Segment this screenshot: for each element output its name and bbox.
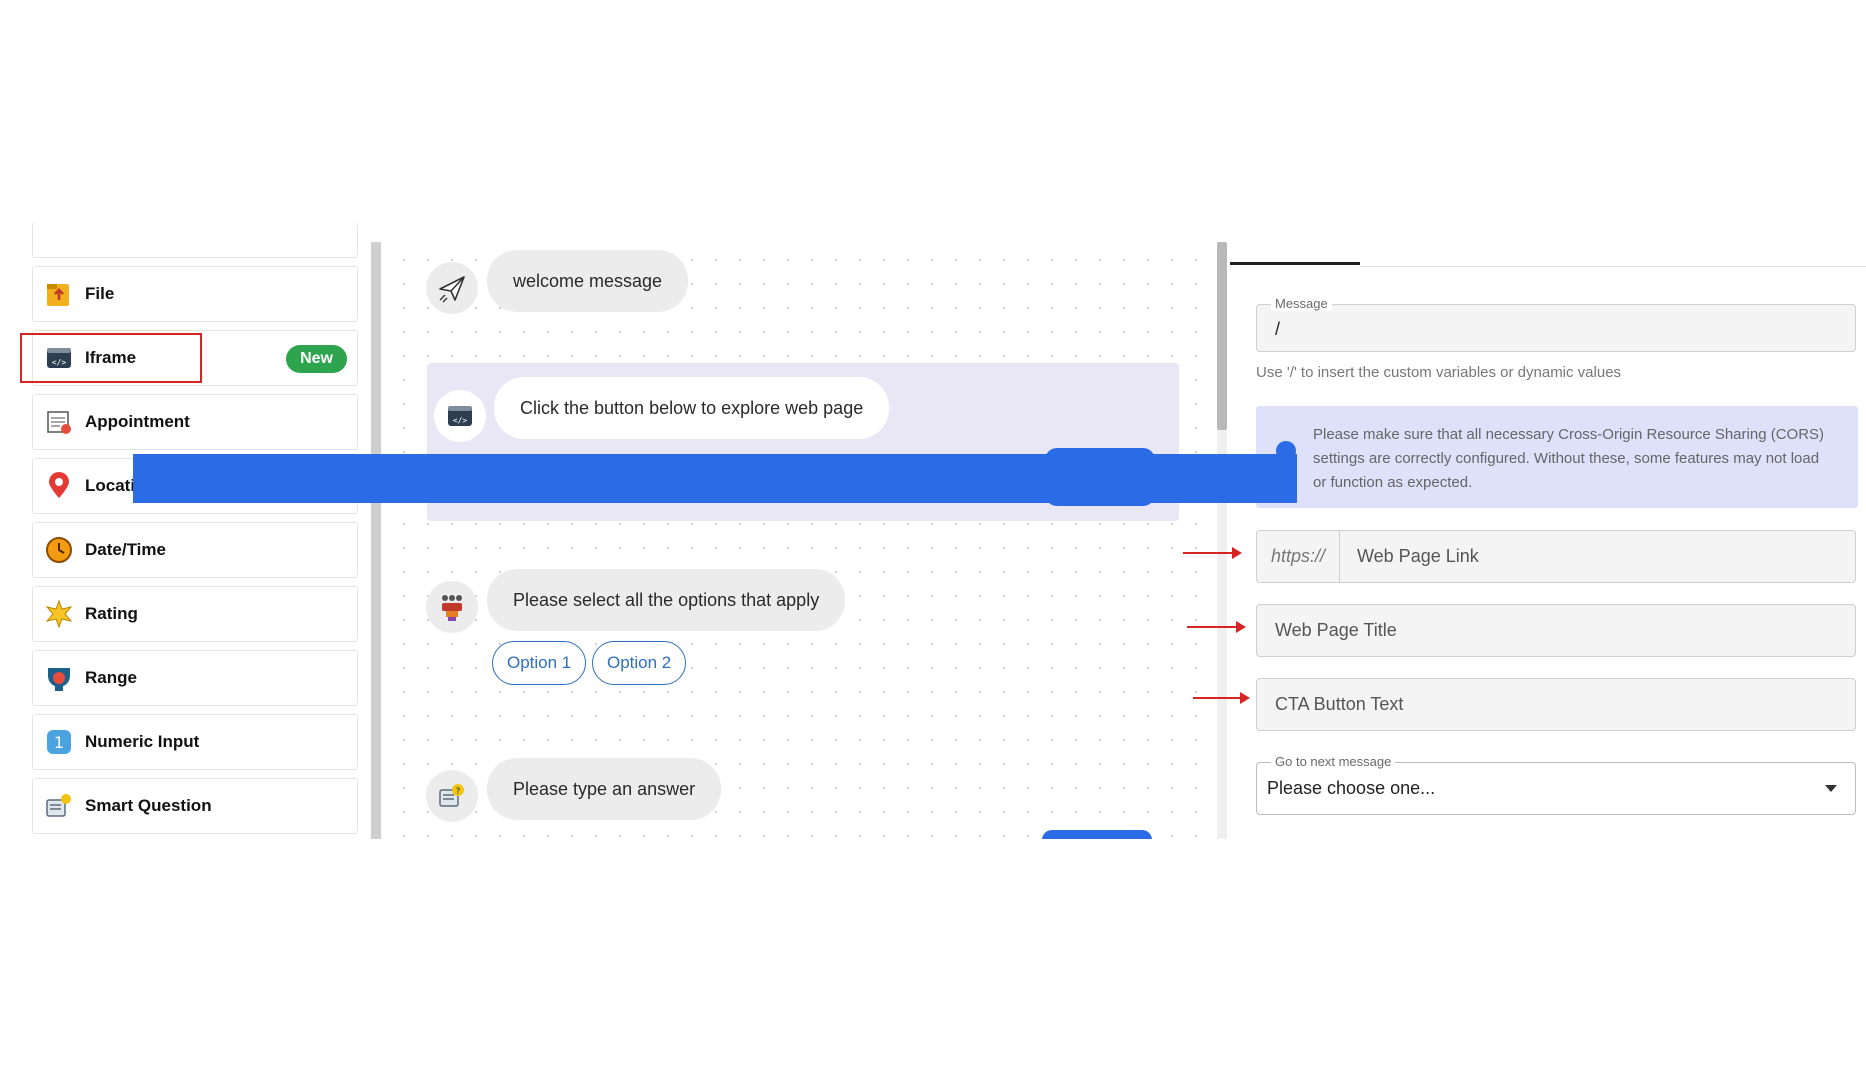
star-burst-icon [45, 600, 73, 628]
type-answer-bubble[interactable]: Please type an answer [487, 758, 722, 820]
file-upload-icon [45, 280, 73, 308]
palette-scrollbar[interactable] [371, 242, 381, 839]
welcome-message-bubble[interactable]: welcome message [487, 250, 689, 312]
message-value: / [1275, 319, 1281, 339]
tabs-divider [1360, 266, 1866, 267]
calendar-icon [45, 408, 73, 436]
number-one-icon: 1 [45, 728, 73, 756]
code-window-icon: </> [434, 390, 486, 442]
cta-button-text-field[interactable]: CTA Button Text [1256, 678, 1856, 731]
web-page-title-field[interactable]: Web Page Title [1256, 604, 1856, 657]
arrow-to-cta-field [1193, 692, 1250, 704]
palette-item-smart-question[interactable]: Smart Question [32, 778, 358, 834]
select-prompt-bubble[interactable]: Please select all the options that apply [487, 569, 846, 631]
web-page-title-placeholder: Web Page Title [1275, 620, 1397, 640]
send-icon [426, 262, 478, 314]
message-label: Message [1271, 296, 1332, 311]
redaction-bar-notch [1045, 448, 1155, 506]
smart-question-icon [45, 792, 73, 820]
palette-item-datetime[interactable]: Date/Time [32, 522, 358, 578]
palette-item-label: Range [85, 668, 137, 687]
question-icon: ? [426, 770, 478, 822]
palette-item-label: File [85, 284, 115, 303]
option-2-chip[interactable]: Option 2 [592, 641, 687, 685]
iframe-prompt-bubble[interactable]: Click the button below to explore web pa… [494, 377, 890, 439]
palette-item-partial[interactable] [32, 222, 358, 258]
partial-button[interactable] [1042, 830, 1152, 839]
palette-item-range[interactable]: Range [32, 650, 358, 706]
palette-item-file[interactable]: File [32, 266, 358, 322]
palette-item-label: Date/Time [85, 540, 166, 559]
clock-icon [45, 536, 73, 564]
web-page-link-placeholder: Web Page Link [1357, 546, 1479, 566]
range-icon [45, 664, 73, 692]
message-field[interactable]: Message / [1256, 296, 1856, 352]
svg-text:1: 1 [54, 733, 64, 752]
message-hint: Use '/' to insert the custom variables o… [1256, 364, 1622, 381]
svg-text:</>: </> [453, 416, 468, 425]
new-badge: New [286, 345, 347, 373]
palette-item-label: Numeric Input [85, 732, 200, 751]
next-message-select[interactable]: Go to next message Please choose one... [1256, 754, 1856, 815]
chevron-down-icon [1825, 785, 1837, 792]
location-pin-icon [45, 472, 73, 500]
url-prefix-text: https:// [1270, 546, 1326, 566]
next-message-value: Please choose one... [1267, 778, 1436, 798]
option-1-chip[interactable]: Option 1 [492, 641, 587, 685]
cta-button-text-placeholder: CTA Button Text [1275, 694, 1404, 714]
options-icon [426, 581, 478, 633]
canvas-scrollbar[interactable] [1217, 242, 1227, 430]
flow-canvas[interactable]: welcome message </> Click the button bel… [384, 242, 1212, 839]
svg-text:?: ? [456, 787, 461, 797]
arrow-to-title-field [1187, 621, 1246, 633]
palette-item-rating[interactable]: Rating [32, 586, 358, 642]
arrow-to-link-field [1183, 547, 1242, 559]
cors-notice: Please make sure that all necessary Cros… [1256, 406, 1858, 508]
iframe-highlight-box [20, 333, 202, 383]
palette-item-label: Appointment [85, 412, 190, 431]
tab-customize-active[interactable] [1230, 262, 1360, 265]
cors-notice-text: Please make sure that all necessary Cros… [1313, 426, 1825, 491]
url-prefix: https:// [1257, 531, 1340, 582]
palette-item-label: Rating [85, 604, 138, 623]
palette-item-numeric-input[interactable]: 1 Numeric Input [32, 714, 358, 770]
web-page-link-field[interactable]: https:// Web Page Link [1256, 530, 1856, 583]
palette-item-label: Smart Question [85, 796, 212, 815]
palette-item-appointment[interactable]: Appointment [32, 394, 358, 450]
next-message-label: Go to next message [1271, 754, 1396, 769]
